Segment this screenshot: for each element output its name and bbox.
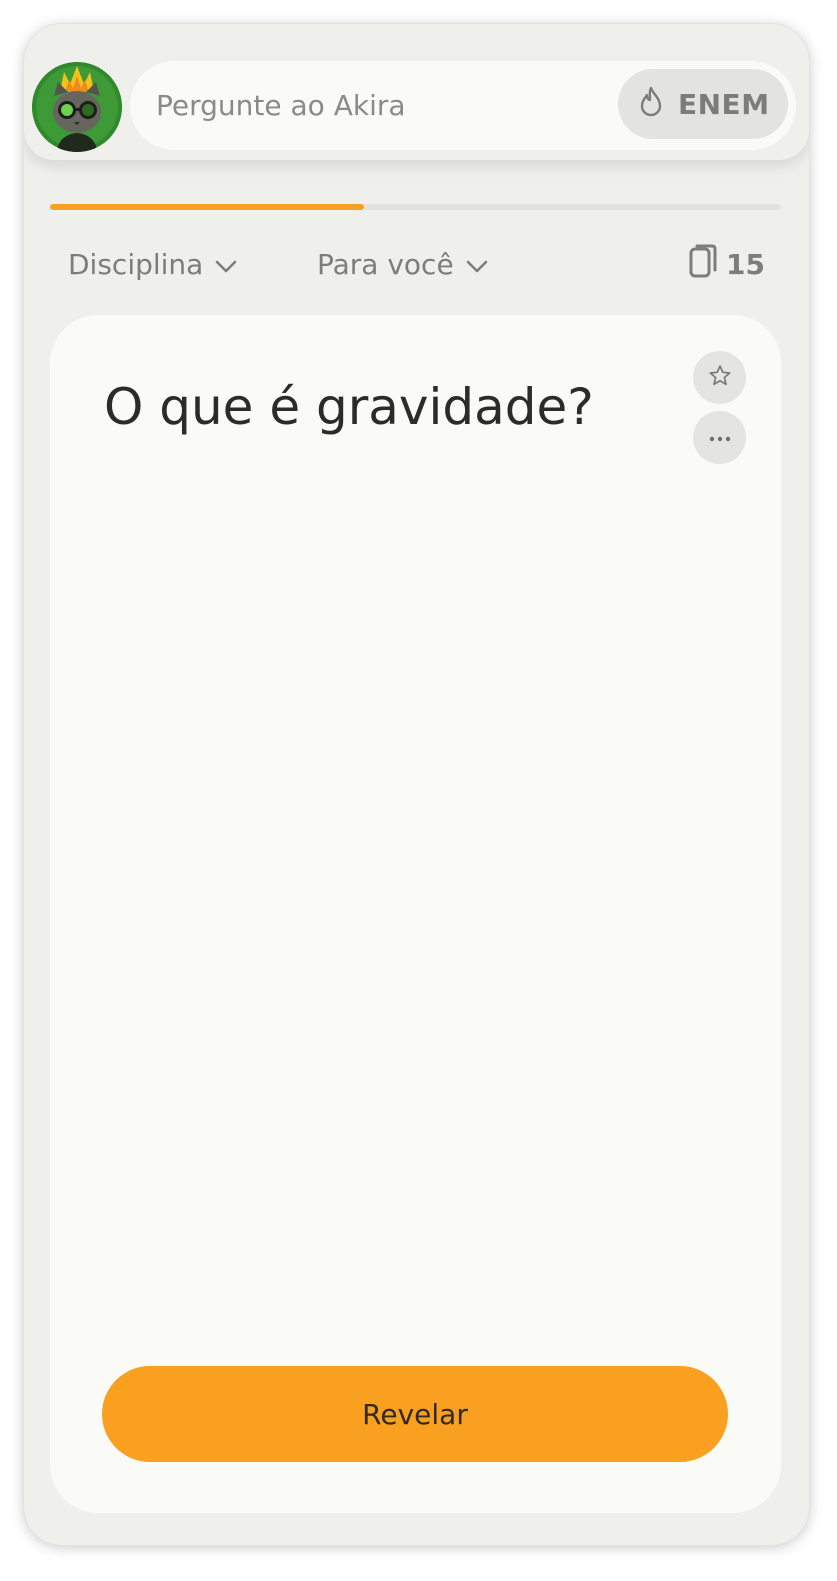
reveal-button[interactable]: Revelar: [102, 1366, 728, 1462]
app-screen: ENEM Disciplina Para você 15 O que é gra…: [24, 24, 809, 1545]
more-options-button[interactable]: [693, 411, 746, 464]
top-bar: ENEM: [24, 24, 809, 160]
audience-dropdown[interactable]: Para você: [317, 240, 488, 288]
audience-label: Para você: [317, 247, 454, 281]
deck-count-button[interactable]: 15: [688, 240, 765, 288]
exam-label: ENEM: [678, 87, 770, 121]
chevron-down-icon: [215, 248, 237, 281]
discipline-label: Disciplina: [68, 247, 204, 281]
flashcard-question: O que é gravidade?: [104, 378, 594, 436]
ask-akira-search-bar: ENEM: [130, 61, 796, 150]
progress-fill: [50, 204, 365, 210]
flame-icon: [638, 86, 664, 122]
progress-bar: [50, 204, 781, 210]
exam-selector-button[interactable]: ENEM: [618, 69, 788, 139]
favorite-button[interactable]: [693, 351, 746, 404]
avatar[interactable]: [32, 62, 122, 152]
deck-count: 15: [726, 247, 765, 281]
chevron-down-icon: [466, 248, 488, 281]
discipline-dropdown[interactable]: Disciplina: [68, 240, 237, 288]
flashcard: O que é gravidade? Revelar: [50, 315, 781, 1513]
more-dots-icon: [708, 428, 732, 447]
search-input[interactable]: [154, 61, 594, 150]
cards-icon: [688, 243, 718, 286]
cat-mascot-icon: [32, 62, 122, 152]
star-icon: [707, 363, 733, 393]
